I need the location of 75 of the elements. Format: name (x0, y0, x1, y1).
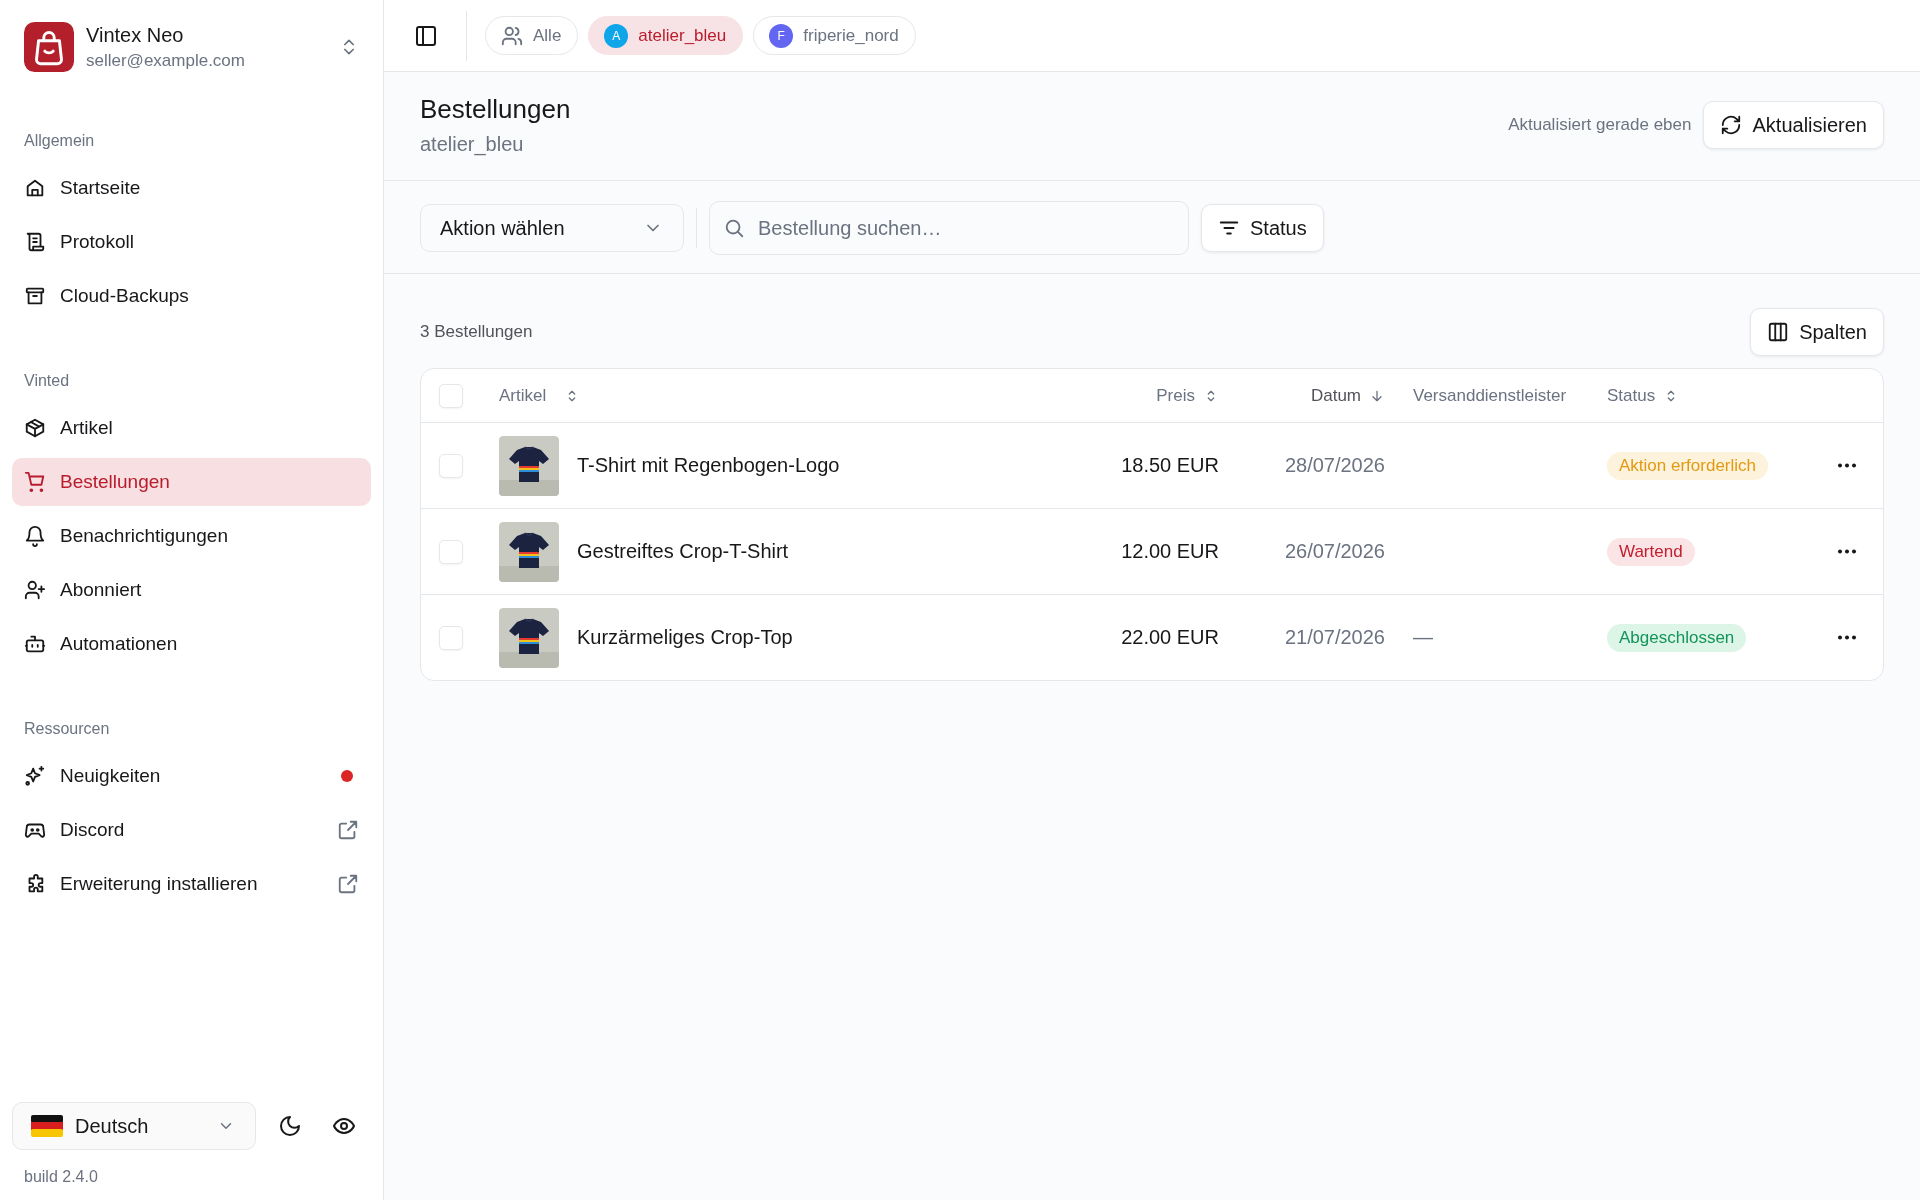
price-cell: 18.50 EUR (1121, 454, 1219, 477)
price-cell: 12.00 EUR (1121, 540, 1219, 563)
bell-icon (24, 525, 46, 547)
refresh-button[interactable]: Aktualisieren (1703, 101, 1884, 149)
item-title: Gestreiftes Crop-T-Shirt (577, 540, 789, 563)
columns-button[interactable]: Spalten (1750, 308, 1884, 356)
search-icon (723, 217, 745, 239)
account-avatar: A (604, 23, 629, 48)
search-field[interactable]: Bestellung suchen… (709, 201, 1189, 255)
column-header[interactable]: Status (1575, 385, 1795, 406)
select-all-checkbox[interactable] (439, 383, 463, 408)
column-header[interactable]: Artikel (499, 385, 1069, 406)
package-icon (24, 417, 46, 439)
page-title: Bestellungen (420, 94, 571, 125)
sparkles-icon (24, 765, 46, 787)
sidebar-item[interactable]: Bestellungen (12, 458, 371, 506)
home-icon (24, 177, 46, 199)
scroll-icon (24, 231, 46, 253)
archive-icon (24, 285, 46, 307)
cart-icon (24, 471, 46, 493)
row-checkbox[interactable] (439, 453, 463, 478)
sidebar-item[interactable]: Abonniert (12, 566, 371, 614)
last-updated-text: Aktualisiert gerade eben (1508, 115, 1692, 135)
carrier-cell: — (1413, 626, 1433, 649)
status-badge: Abgeschlossen (1607, 623, 1747, 652)
sidebar-item[interactable]: Protokoll (12, 218, 371, 266)
robot-icon (24, 633, 46, 655)
date-cell: 21/07/2026 (1284, 626, 1385, 649)
sidebar-panel-icon (414, 23, 438, 48)
status-filter-button[interactable]: Status (1201, 204, 1324, 252)
action-select[interactable]: Aktion wählen (420, 204, 684, 252)
more-horizontal-icon (1837, 463, 1857, 468)
row-checkbox[interactable] (439, 625, 463, 650)
sidebar-item[interactable]: Startseite (12, 164, 371, 212)
germany-flag-icon (31, 1115, 63, 1137)
build-version: build 2.4.0 (23, 1167, 99, 1186)
order-count: 3 Bestellungen (420, 322, 533, 342)
language-select[interactable]: Deutsch (12, 1102, 256, 1150)
sidebar-item[interactable]: Neuigkeiten (12, 752, 371, 800)
columns-icon (1767, 321, 1790, 343)
date-cell: 26/07/2026 (1284, 540, 1385, 563)
account-avatar: F (769, 23, 794, 48)
price-cell: 22.00 EUR (1121, 626, 1219, 649)
status-badge: Wartend (1607, 537, 1695, 566)
shopping-bag-logo (24, 22, 74, 72)
account-email: seller@example.com (86, 50, 246, 71)
moon-icon (278, 1114, 302, 1138)
sidebar-item[interactable]: Artikel (12, 404, 371, 452)
row-checkbox[interactable] (439, 539, 463, 564)
status-badge: Aktion erforderlich (1607, 451, 1768, 480)
account-name: Vintex Neo (86, 23, 185, 47)
section-label: Ressourcen (23, 720, 111, 738)
more-horizontal-icon (1837, 635, 1857, 640)
sidebar-item[interactable]: Automationen (12, 620, 371, 668)
sidebar-item[interactable]: Discord (12, 806, 371, 854)
date-cell: 28/07/2026 (1284, 454, 1385, 477)
column-header[interactable]: Datum (1219, 385, 1385, 406)
item-title: Kurzärmeliges Crop-Top (577, 626, 793, 649)
column-header[interactable]: Preis (1069, 385, 1219, 406)
page-subtitle: atelier_bleu (420, 133, 525, 156)
section-label: Vinted (23, 372, 71, 390)
account-tab[interactable]: Alle (485, 16, 579, 55)
section-label: Allgemein (23, 132, 96, 150)
users-icon (501, 24, 523, 47)
account-tab[interactable]: F friperie_nord (753, 16, 916, 55)
refresh-icon (1720, 114, 1743, 136)
item-title: T-Shirt mit Regenbogen-Logo (577, 454, 840, 477)
user-plus-icon (24, 579, 46, 601)
account-switcher[interactable]: Vintex Neo seller@example.com (12, 16, 371, 78)
more-horizontal-icon (1837, 549, 1857, 554)
sidebar-item[interactable]: Erweiterung installieren (12, 860, 371, 908)
account-tab[interactable]: A atelier_bleu (588, 16, 744, 55)
sidebar-item[interactable]: Benachrichtigungen (12, 512, 371, 560)
sidebar-item[interactable]: Cloud-Backups (12, 272, 371, 320)
column-header: Versanddienstleister (1412, 385, 1568, 406)
